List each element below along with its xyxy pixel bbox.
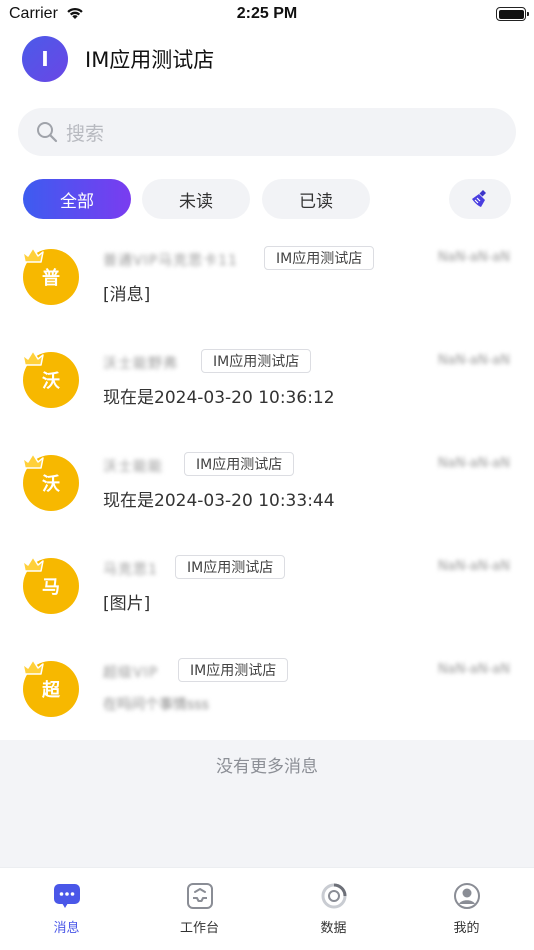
user-icon	[453, 883, 480, 909]
search-input[interactable]: 搜索	[18, 108, 516, 156]
chart-ring-icon	[321, 883, 346, 909]
tabbar-mine[interactable]: 我的	[400, 868, 533, 950]
vip-crown-icon	[22, 247, 44, 263]
tabbar-workbench[interactable]: 工作台	[133, 868, 266, 950]
conversation-last-message: 在吗问个事情sss	[103, 697, 209, 713]
conversation-item[interactable]: 沃沃士能能 IM应用测试店 NaN-aN-aN 现在是2024-03-20 10:33…	[0, 442, 534, 532]
conversation-last-message: [图片]	[103, 594, 151, 614]
message-icon	[53, 884, 80, 908]
clear-unread-button[interactable]	[449, 179, 511, 219]
conversation-item[interactable]: 超超级VIP IM应用测试店 NaN-aN-aN 在吗问个事情sss	[0, 648, 534, 738]
tabbar-messages[interactable]: 消息	[0, 868, 133, 950]
conversation-time: NaN-aN-aN	[437, 559, 510, 574]
conversation-item[interactable]: 沃沃士能野弗 IM应用测试店 NaN-aN-aN 现在是2024-03-20 10:3…	[0, 339, 534, 429]
filter-tabs: 全部 未读 已读	[0, 179, 534, 219]
conversation-time: NaN-aN-aN	[437, 456, 510, 471]
conversation-last-message: 现在是2024-03-20 10:33:44	[103, 491, 335, 511]
status-bar: Carrier 2:25 PM	[0, 0, 534, 30]
store-header[interactable]: I IM应用测试店	[22, 36, 214, 82]
search-icon	[37, 122, 58, 143]
workbench-icon	[186, 883, 213, 909]
vip-crown-icon	[22, 350, 44, 366]
conversation-name: 超级VIP	[103, 665, 159, 681]
vip-crown-icon	[22, 453, 44, 469]
tabbar-data[interactable]: 数据	[267, 868, 400, 950]
vip-crown-icon	[22, 659, 44, 675]
conversation-name: 马克思1	[103, 562, 158, 578]
store-tag: IM应用测试店	[184, 452, 295, 476]
tabbar-messages-label: 消息	[53, 921, 80, 936]
tabbar-mine-label: 我的	[453, 921, 480, 936]
tabbar-data-label: 数据	[320, 921, 347, 936]
conversation-name: 沃士能能	[103, 459, 163, 475]
conversation-time: NaN-aN-aN	[437, 662, 510, 677]
conversation-name: 沃士能野弗	[103, 356, 178, 372]
no-more-text: 没有更多消息	[216, 757, 318, 777]
clock: 2:25 PM	[236, 5, 298, 22]
store-tag: IM应用测试店	[178, 658, 289, 682]
tabbar-workbench-label: 工作台	[179, 921, 219, 936]
conversation-time: NaN-aN-aN	[437, 250, 510, 265]
search-placeholder: 搜索	[66, 122, 105, 145]
vip-crown-icon	[22, 556, 44, 572]
conversation-name: 普通VIP马克思卡11	[103, 253, 238, 269]
store-avatar[interactable]: I	[22, 36, 68, 82]
filter-read[interactable]: 已读	[262, 179, 370, 219]
conversation-time: NaN-aN-aN	[437, 353, 510, 368]
filter-unread[interactable]: 未读	[142, 179, 250, 219]
broom-icon	[472, 190, 486, 207]
conversation-last-message: [消息]	[103, 285, 151, 305]
store-tag: IM应用测试店	[175, 555, 286, 579]
list-footer: 没有更多消息	[0, 740, 534, 867]
conversation-item[interactable]: 普普通VIP马克思卡11 IM应用测试店 NaN-aN-aN [消息]	[0, 236, 534, 326]
conversation-item[interactable]: 马马克思1 IM应用测试店 NaN-aN-aN [图片]	[0, 545, 534, 635]
store-tag: IM应用测试店	[201, 349, 312, 373]
store-name: IM应用测试店	[85, 48, 215, 72]
battery-icon	[496, 7, 529, 21]
bottom-tab-bar: 消息 工作台 数据 我的	[0, 867, 534, 950]
conversation-last-message: 现在是2024-03-20 10:36:12	[103, 388, 335, 408]
filter-all[interactable]: 全部	[23, 179, 131, 219]
store-tag: IM应用测试店	[264, 246, 375, 270]
